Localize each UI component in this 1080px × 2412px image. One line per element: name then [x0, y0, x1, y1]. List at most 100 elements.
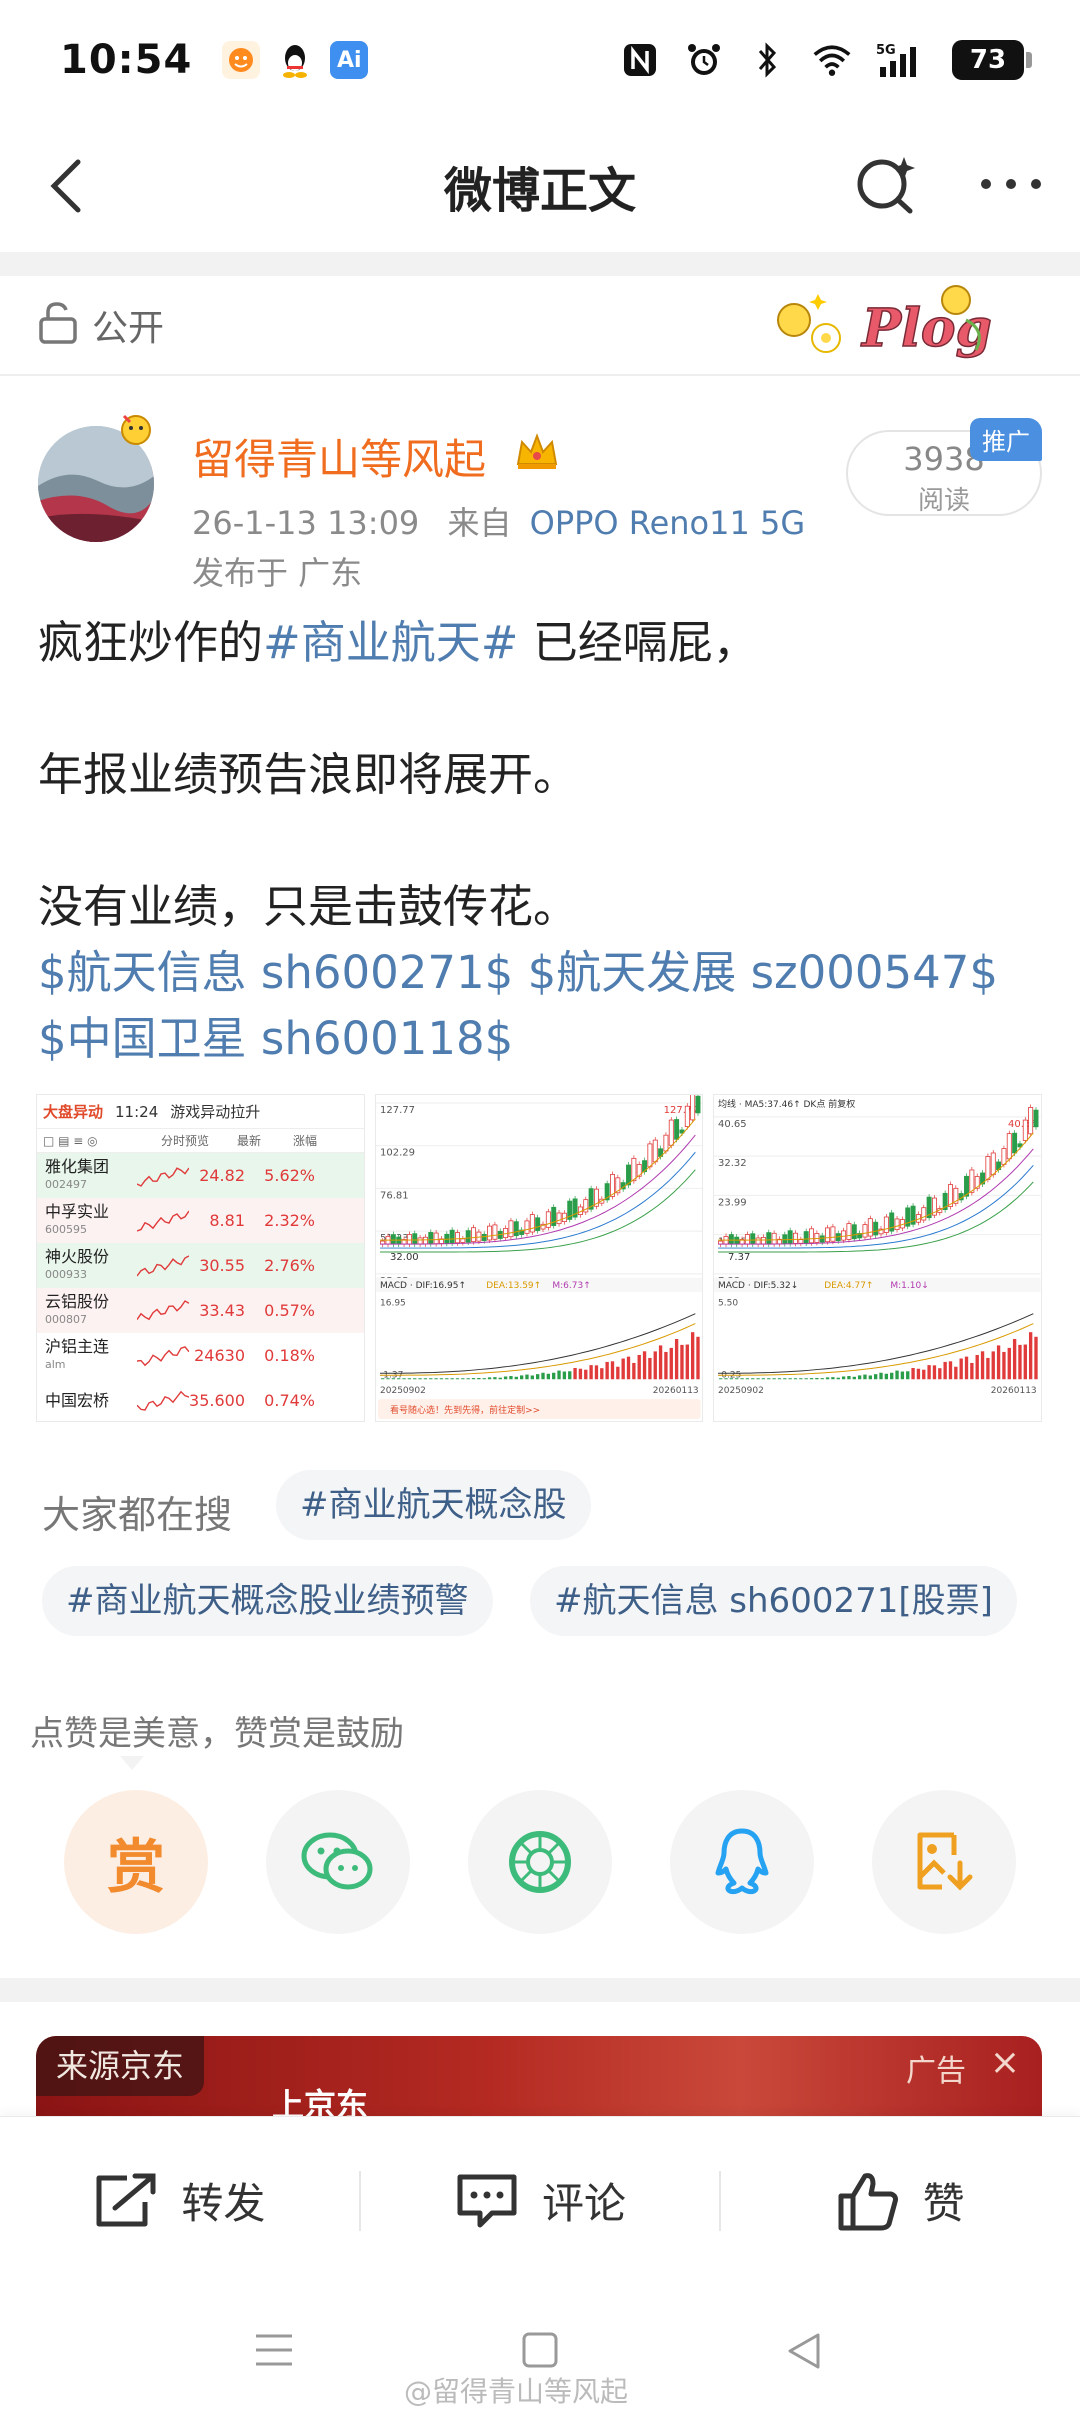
ad-banner[interactable]: 来源京东 上京东 广告 ×: [36, 2036, 1042, 2116]
watermark: @留得青山等风起: [404, 2375, 629, 2408]
stock-price: 24.82: [199, 1166, 245, 1185]
stock-link[interactable]: $航天信息 sh600271$: [38, 946, 513, 999]
author-name[interactable]: 留得青山等风起: [192, 426, 486, 487]
candle-body: [809, 1228, 815, 1244]
status-time: 10:54: [60, 37, 193, 83]
macd-bar: [412, 1378, 417, 1380]
macd-bar: [1029, 1332, 1033, 1380]
macd-bar: [863, 1374, 867, 1380]
home-icon[interactable]: [522, 2332, 558, 2372]
post-image-chart-1[interactable]: 127.77102.2976.8151.3325.85127.7732.00MA…: [374, 1094, 704, 1422]
like-label: 赞: [922, 2179, 965, 2228]
candle-body: [761, 1236, 767, 1245]
post-image-stock-list[interactable]: 大盘异动 11:24 游戏异动拉升 □ ▤ ≡ ◎ 分时预览 最新 涨幅 雅化集…: [36, 1094, 365, 1422]
macd-bar: [740, 1378, 745, 1380]
post-image-chart-2[interactable]: 均线 · MA5:37.46↑ DK点 前复权40.6532.3223.9915…: [713, 1094, 1043, 1422]
visibility-row: 公开 Plog: [0, 276, 1080, 376]
macd-bar: [922, 1369, 926, 1380]
chart-legend: 均线 · MA5:37.46↑ DK点 前复权: [718, 1098, 855, 1110]
candle-body: [673, 1119, 679, 1140]
candle-body: [750, 1233, 756, 1245]
macd-bar: [380, 1378, 385, 1380]
macd-bar: [724, 1378, 729, 1380]
candle-body: [862, 1224, 868, 1238]
ai-app-icon: Ai: [330, 41, 369, 79]
macd-bar: [981, 1351, 985, 1380]
macd-bar: [642, 1351, 646, 1380]
macd-bar: [541, 1372, 545, 1380]
recent-apps-icon[interactable]: [254, 2332, 294, 2372]
more-menu-icon[interactable]: [978, 174, 1044, 198]
macd-bar: [719, 1378, 723, 1380]
like-button[interactable]: 赞: [719, 2170, 1080, 2231]
trending-search-label: 大家都在搜: [42, 1493, 233, 1537]
candle-body: [513, 1221, 519, 1237]
read-label: 阅读: [917, 486, 970, 516]
hashtag-link[interactable]: #商业航天#: [263, 616, 518, 669]
macd-bar: [890, 1372, 894, 1380]
candle-body: [1033, 1109, 1039, 1128]
col-price-label: 最新: [237, 1134, 262, 1148]
macd-bar: [631, 1362, 636, 1380]
ad-brand: 上京东: [272, 2086, 369, 2116]
share-wechat-button[interactable]: [266, 1790, 410, 1934]
share-moments-button[interactable]: [468, 1790, 612, 1934]
system-back-icon[interactable]: [786, 2332, 822, 2374]
macd-bar: [573, 1368, 577, 1380]
macd-bar: [772, 1378, 777, 1380]
trending-tag[interactable]: #商业航天概念股业绩预警: [42, 1566, 493, 1636]
nav-bar: 微博正文: [0, 120, 1080, 252]
candle-body: [689, 1095, 695, 1121]
stock-name: 中国宏桥: [45, 1390, 110, 1410]
stock-rows: 雅化集团 002497 24.82 5.62% 中孚实业 600595 8.81 2.32% 神…: [37, 1153, 364, 1421]
battery-indicator: 73: [952, 40, 1032, 80]
stock-link[interactable]: $中国卫星 sh600118$: [38, 1012, 513, 1065]
macd-bar: [901, 1371, 905, 1380]
trending-tag[interactable]: #航天信息 sh600271[股票]: [530, 1566, 1017, 1636]
sparkline: [137, 1254, 189, 1276]
sparkline: [137, 1210, 189, 1232]
macd-bar: [578, 1368, 582, 1380]
macd-bar: [868, 1375, 873, 1380]
post-device[interactable]: OPPO Reno11 5G: [530, 504, 806, 542]
stock-code: 600595: [45, 1222, 87, 1236]
trending-search: 大家都在搜 #商业航天概念股 #商业航天概念股业绩预警 #航天信息 sh6002…: [38, 1470, 1048, 1670]
candle-body: [652, 1139, 658, 1163]
candle-body: [1028, 1107, 1034, 1135]
candle-body: [846, 1223, 852, 1240]
post-line-1: 疯狂炒作的#商业航天# 已经嗝屁，: [38, 610, 1048, 676]
save-image-button[interactable]: [872, 1790, 1016, 1934]
candle-body: [985, 1156, 991, 1180]
stock-price: 8.81: [209, 1211, 245, 1230]
qq-app-icon: [276, 41, 315, 79]
chart-y-label: 76.81: [380, 1190, 409, 1201]
candle-body: [454, 1232, 460, 1244]
stock-name: 云铝股份 000807: [45, 1292, 137, 1329]
comment-button[interactable]: 评论: [358, 2170, 720, 2231]
macd-bar: [647, 1357, 652, 1380]
bluetooth-icon: [748, 40, 788, 80]
post-line-2: 年报业绩预告浪即将展开。: [38, 748, 579, 801]
macd-bar: [917, 1368, 921, 1380]
sparkline: [137, 1345, 189, 1366]
ad-close-icon[interactable]: ×: [990, 2042, 1020, 2083]
promo-tag[interactable]: 推广: [970, 418, 1042, 461]
stock-change: 2.32%: [264, 1211, 315, 1230]
wechat-icon: [301, 1832, 373, 1890]
candle-body: [1023, 1119, 1029, 1141]
macd-bar: [466, 1378, 470, 1380]
author-header: 留得青山等风起 26-1-13 13:09 来自 OPPO Reno11 5G …: [0, 390, 1080, 592]
date-start-label: 20250902: [380, 1386, 426, 1396]
share-qq-button[interactable]: [670, 1790, 814, 1934]
reward-button[interactable]: 赏: [64, 1790, 208, 1934]
candle-body: [969, 1169, 975, 1193]
unlock-icon: [38, 301, 78, 349]
back-button[interactable]: [36, 156, 96, 216]
search-icon[interactable]: [852, 151, 918, 221]
system-nav-bar: @留得青山等风起: [0, 2284, 1080, 2412]
date-end-label: 20260113: [991, 1386, 1037, 1396]
repost-button[interactable]: 转发: [0, 2171, 359, 2231]
stock-link[interactable]: $航天发展 sz000547$: [528, 946, 998, 999]
stock-list-title: 游戏异动拉升: [170, 1103, 261, 1121]
trending-tag[interactable]: #商业航天概念股: [276, 1470, 591, 1540]
